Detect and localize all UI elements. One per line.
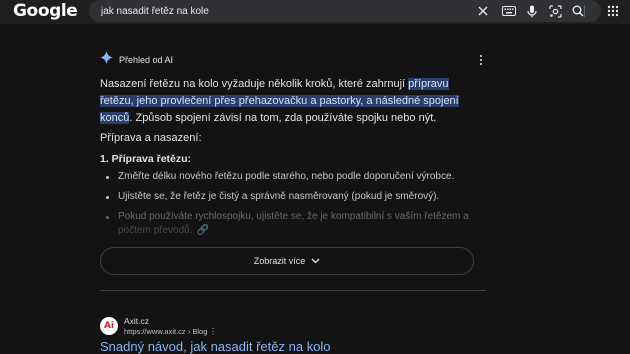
apps-icon[interactable] (604, 2, 622, 20)
ai-overview-summary: Nasazení řetězu na kolo vyžaduje několik… (100, 76, 480, 127)
chevron-down-icon (311, 258, 320, 264)
search-input[interactable] (101, 2, 471, 20)
site-favicon[interactable]: Ai (100, 317, 118, 335)
divider (100, 290, 486, 291)
ai-overview-title: Přehled od AI (119, 55, 174, 65)
step-heading: 1. Příprava řetězu: (100, 153, 192, 165)
section-heading: Příprava a nasazení: (100, 132, 202, 144)
list-item-text: Pokud používáte rychlospojku, ujistěte s… (118, 211, 469, 236)
list-item: Změřte délku nového řetězu podle starého… (100, 170, 480, 184)
ai-overview-header: Přehled od AI (100, 51, 174, 69)
result-more-icon[interactable]: ⋮ (209, 327, 217, 336)
search-icon[interactable] (570, 3, 586, 19)
list-item-text: Změřte délku nového řetězu podle starého… (118, 171, 455, 182)
google-logo[interactable]: Google (13, 1, 78, 21)
site-name[interactable]: Axit.cz (124, 316, 149, 326)
summary-text: Nasazení řetězu na kolo vyžaduje několik… (100, 78, 409, 90)
search-box[interactable] (89, 0, 601, 22)
more-options-icon[interactable] (476, 53, 486, 67)
show-more-button[interactable]: Zobrazit více (100, 247, 474, 275)
ai-sparkle-icon (100, 51, 113, 69)
link-icon[interactable]: 🔗 (197, 225, 209, 236)
list-item: Ujistěte se, že řetěz je čistý a správně… (100, 190, 480, 204)
list-item: Pokud používáte rychlospojku, ujistěte s… (100, 210, 480, 238)
summary-text-end: . Způsob spojení závisí na tom, zda použ… (129, 112, 437, 124)
top-bar: Google (0, 0, 630, 24)
bullet-list: Změřte délku nového řetězu podle starého… (100, 170, 480, 244)
lens-icon[interactable] (547, 3, 563, 19)
show-more-label: Zobrazit více (253, 256, 306, 266)
close-icon[interactable] (475, 3, 491, 19)
keyboard-icon[interactable] (501, 3, 517, 19)
site-url[interactable]: https://www.axit.cz › Blog (124, 327, 207, 336)
list-item-text: Ujistěte se, že řetěz je čistý a správně… (118, 191, 440, 202)
result-title-link[interactable]: Snadný návod, jak nasadit řetěz na kolo (100, 339, 331, 354)
mic-icon[interactable] (524, 3, 540, 19)
